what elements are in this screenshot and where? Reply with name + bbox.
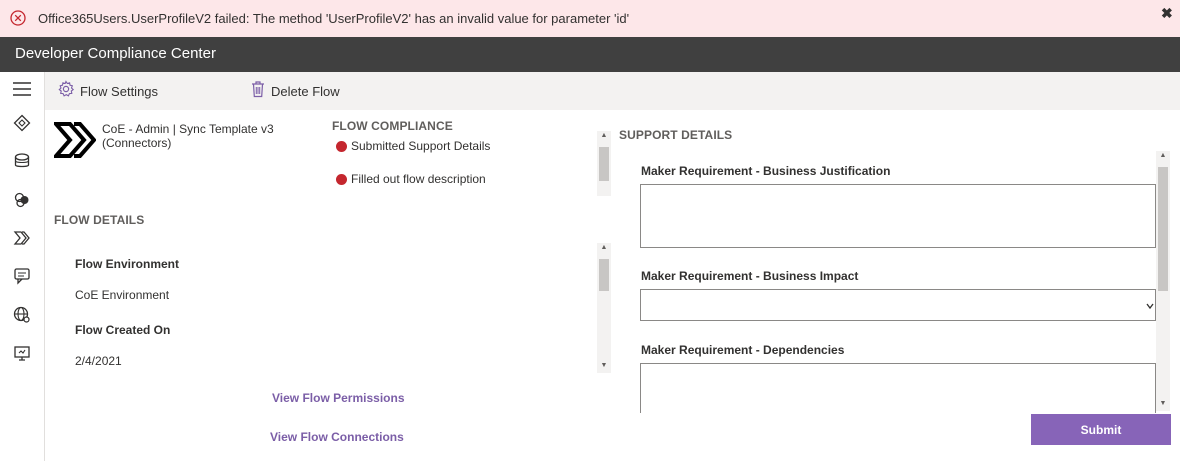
view-flow-permissions-link[interactable]: View Flow Permissions — [272, 391, 405, 405]
environments-icon[interactable] — [11, 112, 33, 134]
web-icon[interactable] — [11, 304, 33, 326]
flow-environment-value: CoE Environment — [75, 288, 170, 302]
scroll-up-icon[interactable]: ▲ — [1156, 151, 1170, 161]
flow-compliance-title: FLOW COMPLIANCE — [332, 119, 453, 133]
compliance-item: Filled out flow description — [336, 172, 486, 186]
app-header: Developer Compliance Center — [0, 37, 1180, 72]
menu-icon[interactable] — [11, 78, 33, 100]
scroll-thumb[interactable] — [599, 147, 609, 181]
flow-details-title: FLOW DETAILS — [54, 213, 145, 227]
scroll-thumb[interactable] — [1158, 167, 1168, 291]
status-indicator — [336, 140, 347, 152]
dependencies-label: Maker Requirement - Dependencies — [641, 343, 845, 357]
compliance-item-label: Submitted Support Details — [351, 139, 491, 153]
support-details-title: SUPPORT DETAILS — [619, 128, 733, 142]
support-scrollbar[interactable]: ▲ ▼ — [1156, 151, 1170, 411]
error-message: Office365Users.UserProfileV2 failed: The… — [38, 11, 630, 26]
error-icon — [10, 10, 26, 26]
trash-icon — [250, 80, 266, 103]
error-banner: Office365Users.UserProfileV2 failed: The… — [0, 0, 1180, 37]
delete-flow-button[interactable]: Delete Flow — [250, 80, 340, 102]
flow-created-value: 2/4/2021 — [75, 354, 122, 368]
compliance-scrollbar[interactable]: ▲ — [597, 131, 611, 196]
compliance-item: Submitted Support Details — [336, 139, 490, 153]
status-indicator — [336, 173, 347, 185]
database-icon[interactable] — [11, 150, 33, 172]
chat-bots-icon[interactable] — [11, 265, 33, 287]
flows-icon[interactable] — [11, 227, 33, 249]
scroll-down-icon[interactable]: ▼ — [1156, 399, 1170, 409]
flow-environment-label: Flow Environment — [75, 257, 180, 271]
flow-logo-icon — [51, 122, 97, 158]
delete-flow-label: Delete Flow — [271, 83, 340, 99]
left-nav-rail — [0, 72, 45, 461]
chevron-down-icon — [1146, 299, 1154, 313]
flow-created-label: Flow Created On — [75, 323, 171, 337]
compliance-item-label: Filled out flow description — [351, 172, 486, 186]
desktop-flows-icon[interactable] — [11, 342, 33, 364]
flow-name: CoE - Admin | Sync Template v3 (Connecto… — [102, 122, 274, 150]
close-icon[interactable]: ✖ — [1161, 5, 1173, 22]
app-title: Developer Compliance Center — [15, 45, 216, 62]
details-scrollbar[interactable]: ▲ ▼ — [597, 243, 611, 373]
business-impact-label: Maker Requirement - Business Impact — [641, 269, 859, 283]
flow-settings-button[interactable]: Flow Settings — [57, 79, 159, 103]
scroll-thumb[interactable] — [599, 259, 609, 291]
gear-icon — [57, 79, 75, 103]
scroll-up-icon[interactable]: ▲ — [597, 243, 611, 253]
dependencies-input[interactable] — [640, 363, 1156, 413]
submit-button[interactable]: Submit — [1031, 414, 1171, 445]
scroll-up-icon[interactable]: ▲ — [597, 131, 611, 141]
command-bar: Flow Settings Delete Flow — [45, 72, 1180, 110]
business-justification-input[interactable] — [640, 184, 1156, 248]
apps-icon[interactable] — [11, 189, 33, 211]
business-impact-dropdown[interactable] — [640, 289, 1156, 321]
scroll-down-icon[interactable]: ▼ — [597, 361, 611, 371]
flow-settings-label: Flow Settings — [80, 83, 159, 99]
view-flow-connections-link[interactable]: View Flow Connections — [270, 430, 404, 444]
business-justification-label: Maker Requirement - Business Justificati… — [641, 164, 891, 178]
